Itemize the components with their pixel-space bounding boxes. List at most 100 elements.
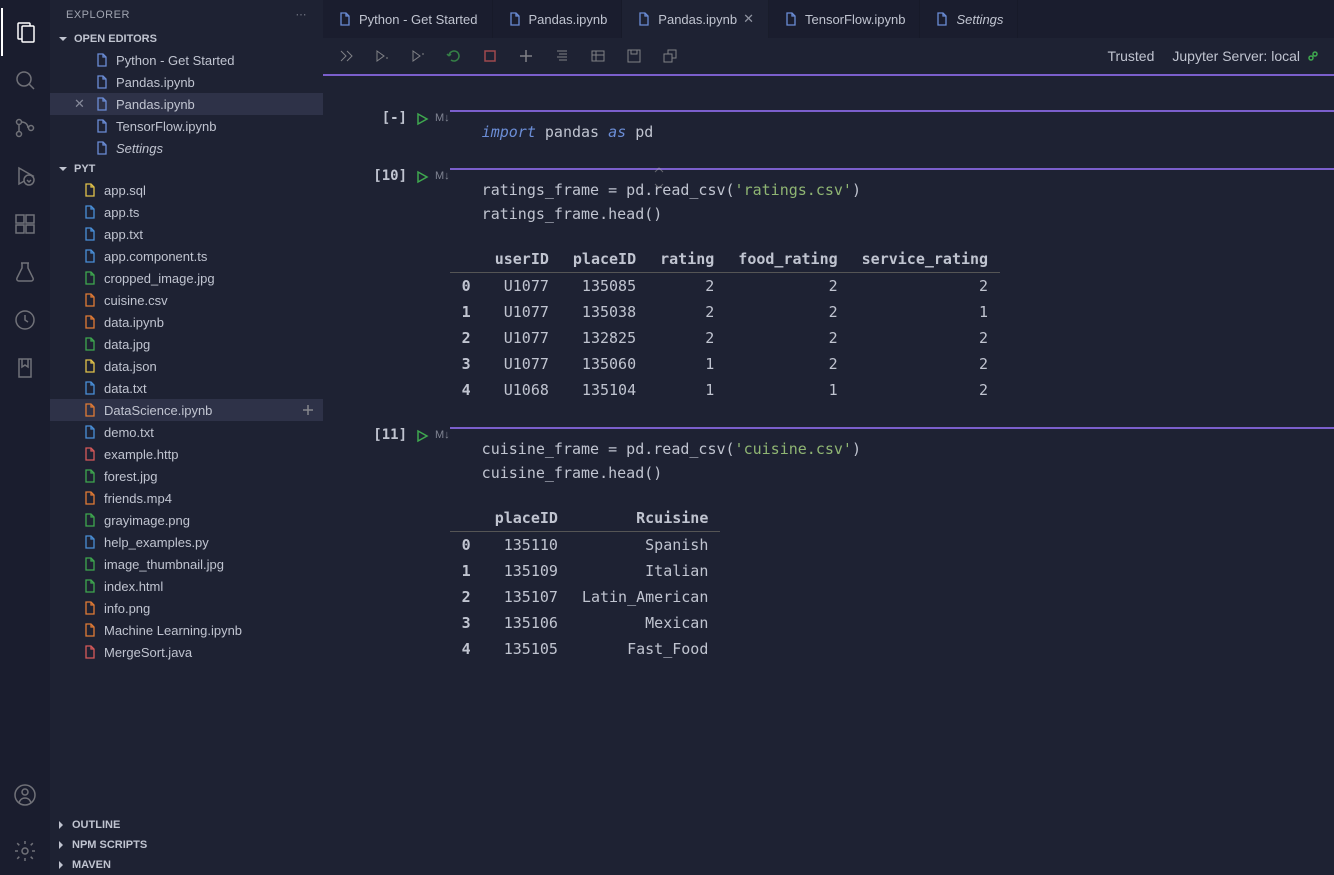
file-icon bbox=[94, 52, 110, 68]
interrupt-kernel-icon[interactable] bbox=[481, 47, 499, 65]
open-editors-header[interactable]: OPEN EDITORS bbox=[50, 29, 323, 49]
notebook-cell[interactable]: [-] M↓ import pandas as pd bbox=[323, 106, 1334, 164]
file-item[interactable]: cropped_image.jpg bbox=[50, 267, 323, 289]
file-label: data.ipynb bbox=[104, 315, 164, 330]
file-icon bbox=[82, 292, 98, 308]
file-item[interactable]: forest.jpg bbox=[50, 465, 323, 487]
section-header[interactable]: MAVEN bbox=[50, 855, 323, 875]
run-above-icon[interactable] bbox=[373, 47, 391, 65]
file-item[interactable]: data.ipynb bbox=[50, 311, 323, 333]
tab[interactable]: TensorFlow.ipynb bbox=[769, 0, 920, 38]
file-item[interactable]: data.json bbox=[50, 355, 323, 377]
file-icon bbox=[82, 270, 98, 286]
file-item[interactable]: image_thumbnail.jpg bbox=[50, 553, 323, 575]
open-editor-item[interactable]: TensorFlow.ipynb bbox=[50, 115, 323, 137]
new-file-icon[interactable] bbox=[301, 403, 315, 417]
file-item[interactable]: demo.txt bbox=[50, 421, 323, 443]
file-icon bbox=[82, 468, 98, 484]
markdown-toggle[interactable]: M↓ bbox=[435, 112, 450, 124]
run-debug-activity-icon[interactable] bbox=[1, 152, 49, 200]
run-below-icon[interactable] bbox=[409, 47, 427, 65]
run-cell-icon[interactable] bbox=[415, 170, 429, 184]
save-icon[interactable] bbox=[625, 47, 643, 65]
markdown-toggle[interactable]: M↓ bbox=[435, 170, 450, 182]
source-control-activity-icon[interactable] bbox=[1, 104, 49, 152]
fold-up-icon[interactable] bbox=[653, 164, 665, 176]
explorer-activity-icon[interactable] bbox=[1, 8, 49, 56]
tab[interactable]: Settings bbox=[920, 0, 1018, 38]
chevron-right-icon bbox=[56, 820, 68, 830]
more-icon[interactable]: ⋯ bbox=[296, 8, 308, 21]
settings-activity-icon[interactable] bbox=[1, 827, 49, 875]
run-all-icon[interactable] bbox=[337, 47, 355, 65]
chevron-down-icon bbox=[58, 34, 70, 44]
file-item[interactable]: grayimage.png bbox=[50, 509, 323, 531]
file-label: demo.txt bbox=[104, 425, 154, 440]
file-item[interactable]: data.txt bbox=[50, 377, 323, 399]
tab-label: Pandas.ipynb bbox=[529, 12, 608, 27]
markdown-toggle[interactable]: M↓ bbox=[435, 429, 450, 441]
run-cell-icon[interactable] bbox=[415, 112, 429, 126]
file-label: MergeSort.java bbox=[104, 645, 192, 660]
open-editor-item[interactable]: ✕Pandas.ipynb bbox=[50, 93, 323, 115]
open-editor-item[interactable]: Pandas.ipynb bbox=[50, 71, 323, 93]
section-header[interactable]: OUTLINE bbox=[50, 815, 323, 835]
open-editor-item[interactable]: Python - Get Started bbox=[50, 49, 323, 71]
close-icon[interactable]: ✕ bbox=[743, 11, 754, 27]
restart-kernel-icon[interactable] bbox=[445, 47, 463, 65]
fold-down-icon[interactable] bbox=[653, 180, 665, 192]
jupyter-server-status[interactable]: Jupyter Server: local bbox=[1172, 48, 1320, 64]
code-content[interactable]: cuisine_frame = pd.read_csv('cuisine.csv… bbox=[450, 437, 1334, 485]
clear-output-icon[interactable] bbox=[553, 47, 571, 65]
file-icon bbox=[82, 512, 98, 528]
file-icon bbox=[94, 74, 110, 90]
tab[interactable]: Pandas.ipynb bbox=[493, 0, 623, 38]
bookmark-activity-icon[interactable] bbox=[1, 344, 49, 392]
workspace-header[interactable]: PYT bbox=[50, 159, 323, 179]
tab[interactable]: Python - Get Started bbox=[323, 0, 493, 38]
file-item[interactable]: Machine Learning.ipynb bbox=[50, 619, 323, 641]
file-item[interactable]: info.png bbox=[50, 597, 323, 619]
file-item[interactable]: app.ts bbox=[50, 201, 323, 223]
code-content[interactable]: import pandas as pd bbox=[450, 120, 1334, 144]
trusted-status[interactable]: Trusted bbox=[1107, 48, 1154, 64]
file-item[interactable]: friends.mp4 bbox=[50, 487, 323, 509]
file-label: Machine Learning.ipynb bbox=[104, 623, 242, 638]
file-icon bbox=[82, 380, 98, 396]
tab-label: Settings bbox=[956, 12, 1003, 27]
file-item[interactable]: DataScience.ipynb bbox=[50, 399, 323, 421]
code-content[interactable]: ratings_frame = pd.read_csv('ratings.csv… bbox=[450, 178, 1334, 226]
cell-body: import pandas as pd bbox=[450, 110, 1334, 144]
search-activity-icon[interactable] bbox=[1, 56, 49, 104]
file-item[interactable]: app.component.ts bbox=[50, 245, 323, 267]
notebook-cell[interactable]: [11] M↓ cuisine_frame = pd.read_csv('cui… bbox=[323, 423, 1334, 682]
file-icon bbox=[94, 140, 110, 156]
file-label: DataScience.ipynb bbox=[104, 403, 212, 418]
file-item[interactable]: data.jpg bbox=[50, 333, 323, 355]
file-item[interactable]: cuisine.csv bbox=[50, 289, 323, 311]
run-cell-icon[interactable] bbox=[415, 429, 429, 443]
file-item[interactable]: app.txt bbox=[50, 223, 323, 245]
close-icon[interactable]: ✕ bbox=[74, 96, 88, 112]
export-icon[interactable] bbox=[661, 47, 679, 65]
notebook-cell[interactable]: [10] M↓ ratings_frame = pd.read_csv('rat… bbox=[323, 164, 1334, 423]
file-item[interactable]: MergeSort.java bbox=[50, 641, 323, 663]
variables-icon[interactable] bbox=[589, 47, 607, 65]
test-activity-icon[interactable] bbox=[1, 248, 49, 296]
history-activity-icon[interactable] bbox=[1, 296, 49, 344]
file-icon bbox=[82, 622, 98, 638]
tab[interactable]: Pandas.ipynb✕ bbox=[622, 0, 769, 38]
sidebar-title: EXPLORER ⋯ bbox=[50, 0, 323, 29]
open-editor-item[interactable]: Settings bbox=[50, 137, 323, 159]
add-cell-icon[interactable] bbox=[517, 47, 535, 65]
section-header[interactable]: NPM SCRIPTS bbox=[50, 835, 323, 855]
tabs: Python - Get Started Pandas.ipynb Pandas.i… bbox=[323, 0, 1334, 38]
file-item[interactable]: app.sql bbox=[50, 179, 323, 201]
extensions-activity-icon[interactable] bbox=[1, 200, 49, 248]
account-activity-icon[interactable] bbox=[1, 771, 49, 819]
file-item[interactable]: index.html bbox=[50, 575, 323, 597]
file-label: app.component.ts bbox=[104, 249, 207, 264]
file-item[interactable]: help_examples.py bbox=[50, 531, 323, 553]
notebook: [-] M↓ import pandas as pd [10] M↓ ratin… bbox=[323, 76, 1334, 875]
file-item[interactable]: example.http bbox=[50, 443, 323, 465]
